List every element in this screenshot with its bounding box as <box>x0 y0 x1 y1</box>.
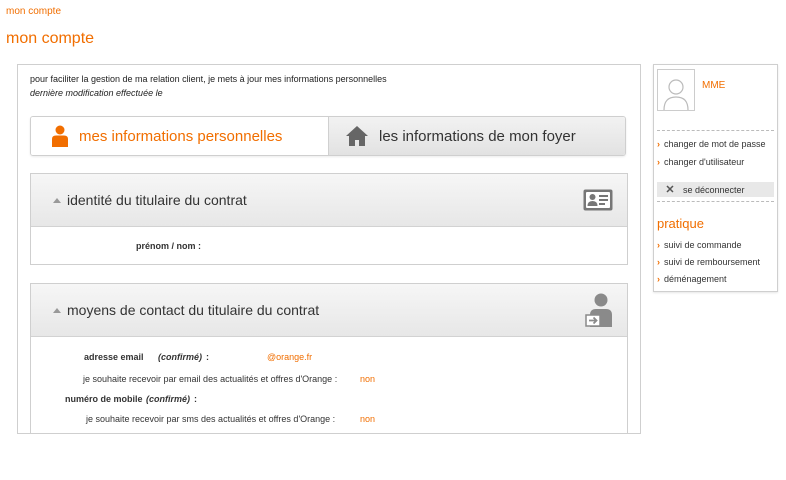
person-icon <box>51 125 69 147</box>
email-confirmed-label: (confirmé) <box>158 352 203 362</box>
contact-person-icon <box>585 293 613 334</box>
logout-button[interactable]: ✕ se déconnecter <box>657 182 774 197</box>
sms-optin-label: je souhaite recevoir par sms des actuali… <box>86 414 336 424</box>
contact-section-title: moyens de contact du titulaire du contra… <box>67 302 320 318</box>
order-tracking-link[interactable]: › suivi de commande <box>657 240 742 250</box>
sms-optin-value: non <box>360 414 376 424</box>
tab-household-info[interactable]: les informations de mon foyer <box>328 117 625 155</box>
mobile-colon: : <box>194 394 197 404</box>
user-name: MME <box>702 80 726 91</box>
identity-section-title: identité du titulaire du contrat <box>67 192 247 208</box>
id-card-icon <box>583 189 613 216</box>
email-value: @orange.fr <box>267 352 313 362</box>
chevron-right-icon: › <box>657 257 660 267</box>
moving-link[interactable]: › déménagement <box>657 274 727 284</box>
email-label: adresse email <box>84 352 144 362</box>
mobile-confirmed-label: (confirmé) <box>146 394 191 404</box>
breadcrumb[interactable]: mon compte <box>6 6 61 17</box>
collapse-triangle-icon <box>53 197 61 203</box>
close-icon: ✕ <box>665 184 675 196</box>
divider <box>657 130 774 131</box>
avatar-person-icon <box>663 79 689 110</box>
contact-section-header[interactable]: moyens de contact du titulaire du contra… <box>31 284 627 337</box>
house-icon <box>345 125 369 147</box>
email-colon: : <box>206 352 209 362</box>
avatar <box>657 69 695 111</box>
refund-tracking-link[interactable]: › suivi de remboursement <box>657 257 760 267</box>
intro-text: pour faciliter la gestion de ma relation… <box>30 74 387 84</box>
chevron-right-icon: › <box>657 139 660 149</box>
pratique-heading: pratique <box>657 216 704 231</box>
name-label: prénom / nom : <box>136 241 201 251</box>
divider <box>657 201 774 202</box>
identity-section: identité du titulaire du contrat prénom … <box>30 173 628 265</box>
chevron-right-icon: › <box>657 157 660 167</box>
email-optin-value: non <box>360 374 376 384</box>
chevron-right-icon: › <box>657 274 660 284</box>
email-optin-label: je souhaite recevoir par email des actua… <box>83 374 338 384</box>
tab-personal-info-label: mes informations personnelles <box>79 127 283 145</box>
account-sidebar: MME › changer de mot de passe › changer … <box>653 64 778 292</box>
identity-section-header[interactable]: identité du titulaire du contrat <box>31 174 627 227</box>
change-user-link[interactable]: › changer d'utilisateur <box>657 157 744 167</box>
change-password-link[interactable]: › changer de mot de passe <box>657 139 766 149</box>
collapse-triangle-icon <box>53 307 61 313</box>
mobile-label: numéro de mobile <box>65 394 143 404</box>
last-modified-text: dernière modification effectuée le <box>30 88 163 98</box>
tab-bar: mes informations personnelles les inform… <box>30 116 626 156</box>
main-panel: pour faciliter la gestion de ma relation… <box>17 64 641 434</box>
chevron-right-icon: › <box>657 240 660 250</box>
tab-personal-info[interactable]: mes informations personnelles <box>31 117 328 155</box>
tab-household-info-label: les informations de mon foyer <box>379 127 576 145</box>
contact-section: moyens de contact du titulaire du contra… <box>30 283 628 433</box>
page-title: mon compte <box>6 30 95 47</box>
